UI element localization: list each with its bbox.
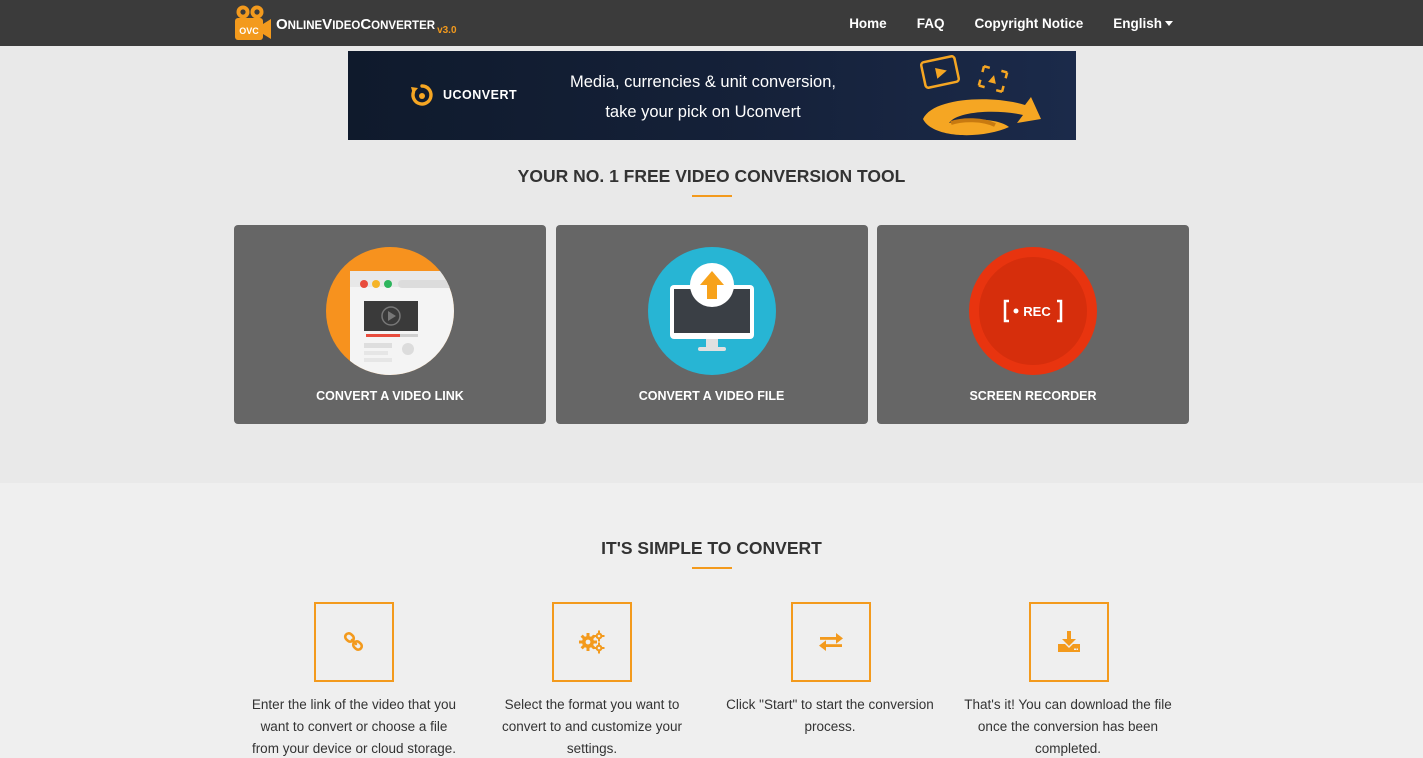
step-description: Click "Start" to start the conversion pr… [726,697,934,734]
step-description: Select the format you want to convert to… [501,697,683,756]
step-description: Enter the link of the video that you wan… [251,697,457,756]
swap-arrows-icon [819,633,843,651]
tool-cards: CONVERT A VIDEO LINK CONVERT A VIDEO FIL… [234,225,1189,424]
screen-recorder-card[interactable]: REC SCREEN RECORDER [877,225,1189,424]
card-label: CONVERT A VIDEO LINK [316,389,464,403]
nav-faq-link[interactable]: FAQ [917,16,945,31]
step-icon-box [314,602,394,682]
main-nav: Home FAQ Copyright Notice English [849,0,1173,46]
logo-badge-text: OVC [239,26,259,36]
uconvert-banner[interactable]: UCONVERT Media, currencies & unit conver… [348,51,1076,140]
logo-text-part: NLINE [287,20,323,32]
rec-icon: REC [969,247,1097,375]
step-icon-box [791,602,871,682]
rec-text: REC [1023,304,1051,319]
convert-video-link-card[interactable]: CONVERT A VIDEO LINK [234,225,546,424]
banner-brand: UCONVERT [410,83,517,107]
site-logo[interactable]: OVC O NLINE V IDEO C ONVERTER v3.0 [234,5,457,41]
logo-text-part: IDEO [332,20,361,32]
caret-down-icon [1165,20,1173,26]
convert-video-file-card[interactable]: CONVERT A VIDEO FILE [555,225,868,424]
logo-text-part: V [322,16,333,33]
nav-home-link[interactable]: Home [849,16,887,31]
banner-line-1: Media, currencies & unit conversion, [570,73,836,91]
language-dropdown[interactable]: English [1113,16,1173,31]
camera-logo-icon: OVC [234,5,272,41]
banner-brand-name: UCONVERT [443,88,518,102]
how-title-underline [692,567,732,569]
download-icon [1058,631,1080,652]
upload-monitor-icon [647,247,776,375]
hero-title-underline [692,195,732,197]
how-title: IT'S SIMPLE TO CONVERT [601,538,822,558]
logo-text-part: ONVERTER [371,20,436,32]
video-link-icon [326,247,454,375]
card-label: SCREEN RECORDER [969,389,1097,403]
logo-version: v3.0 [437,25,457,36]
hero-title: YOUR NO. 1 FREE VIDEO CONVERSION TOOL [517,166,906,186]
logo-text-part: C [360,16,372,33]
banner-illustration-icon [919,55,1041,136]
link-icon [343,632,364,651]
logo-wordmark: O NLINE V IDEO C ONVERTER v3.0 [276,16,457,36]
logo-text-part: O [276,16,288,33]
how-it-works-section: IT'S SIMPLE TO CONVERT Enter the link of… [0,483,1423,758]
gears-icon [579,630,605,654]
uconvert-logo-icon [411,84,433,106]
step-description: That's it! You can download the file onc… [964,697,1172,756]
step-icon-box [1029,602,1109,682]
language-label: English [1113,15,1162,31]
card-label: CONVERT A VIDEO FILE [638,389,785,403]
banner-line-2: take your pick on Uconvert [605,103,801,121]
step-icon-box [552,602,632,682]
nav-copyright-link[interactable]: Copyright Notice [974,16,1083,31]
top-navigation-bar: OVC O NLINE V IDEO C ONVERTER v3.0 Home FAQ Co… [0,0,1423,46]
banner-tagline: Media, currencies & unit conversion, tak… [553,67,853,127]
